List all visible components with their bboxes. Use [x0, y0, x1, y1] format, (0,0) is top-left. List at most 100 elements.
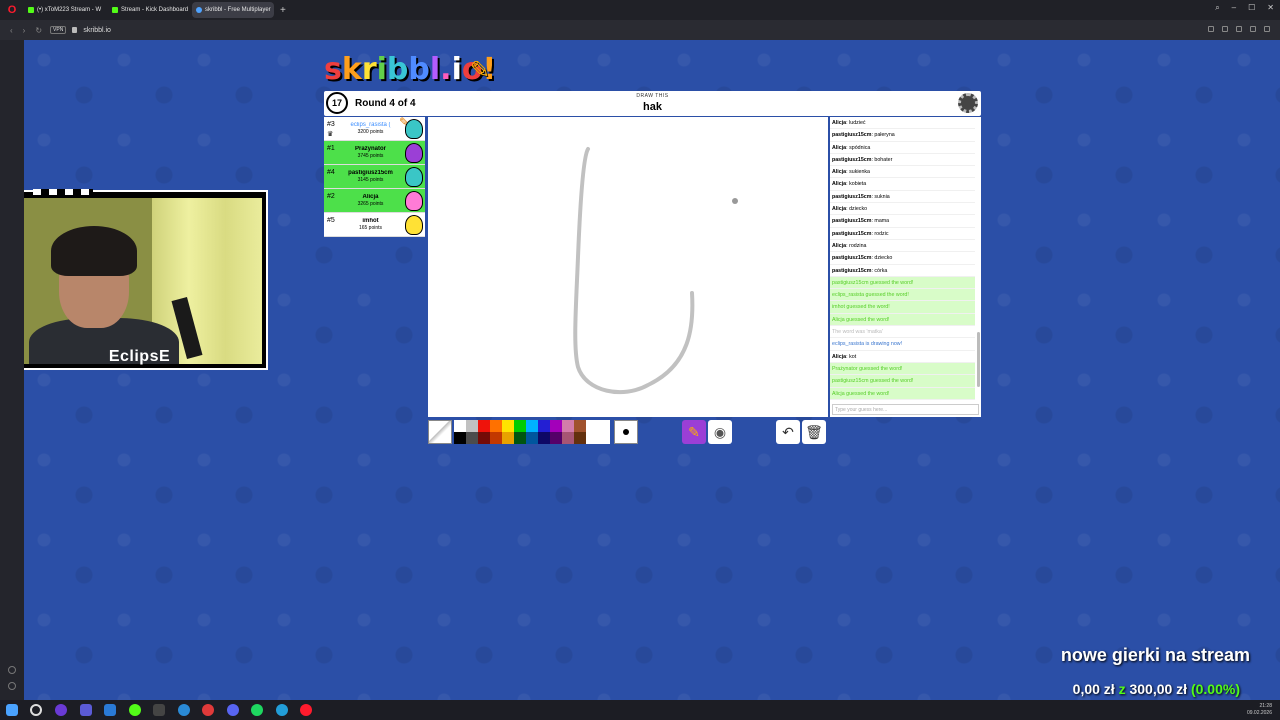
- telegram-icon[interactable]: [276, 704, 288, 716]
- webcam-video: [24, 198, 262, 364]
- heart-icon[interactable]: [1236, 26, 1242, 32]
- close-icon[interactable]: ✕: [1267, 3, 1274, 13]
- calculator-icon[interactable]: [153, 704, 165, 716]
- donation-goal-progress: 0,00 zł z 300,00 zł (0.00%): [1073, 681, 1240, 697]
- color-swatch[interactable]: [502, 420, 514, 432]
- search-icon[interactable]: [30, 704, 42, 716]
- color-swatch[interactable]: [490, 420, 502, 432]
- player-row[interactable]: #2 Alicja 3265 points: [324, 189, 425, 213]
- settings-gear-icon[interactable]: [958, 93, 978, 113]
- player-row[interactable]: #5 imhot 165 points: [324, 213, 425, 237]
- color-swatch[interactable]: [490, 432, 502, 444]
- system-tray[interactable]: 21:28 09.02.2026: [1247, 703, 1272, 717]
- color-swatch[interactable]: [538, 420, 550, 432]
- windows-start-icon[interactable]: [6, 704, 18, 716]
- goal-separator: z: [1118, 681, 1126, 697]
- chat-message: pastigiusz15cm: bohater: [830, 154, 975, 167]
- edge-icon[interactable]: [178, 704, 190, 716]
- pencil-tool-icon[interactable]: ✎: [682, 420, 706, 444]
- obs-icon[interactable]: [55, 704, 67, 716]
- current-word: hak: [643, 101, 662, 113]
- drawn-hook-stroke: [573, 147, 695, 395]
- color-swatch[interactable]: [550, 432, 562, 444]
- extension-icon[interactable]: [1208, 26, 1214, 32]
- store-icon[interactable]: [104, 704, 116, 716]
- brush-size-button[interactable]: [614, 420, 638, 444]
- fill-bucket-icon[interactable]: ◉: [708, 420, 732, 444]
- goal-target: 300,00 zł: [1129, 681, 1188, 697]
- drawing-svg[interactable]: [428, 117, 828, 417]
- chat-text: pastigiusz15cm guessed the word!: [832, 279, 914, 286]
- draw-this-label: DRAW THIS: [636, 93, 669, 99]
- player-row[interactable]: #3 ♛ eclips_rasista ( 3200 points ✎: [324, 115, 425, 141]
- color-swatch[interactable]: [574, 432, 586, 444]
- tab-skribbl[interactable]: skribbl - Free Multiplayer: [192, 2, 274, 18]
- chat-input[interactable]: Type your guess here...: [832, 404, 979, 415]
- discord-icon[interactable]: [227, 704, 239, 716]
- opera-logo-icon[interactable]: O: [0, 0, 24, 20]
- color-swatch[interactable]: [478, 432, 490, 444]
- skribbl-favicon-icon: [196, 7, 202, 13]
- color-swatch[interactable]: [598, 420, 610, 432]
- spotify-icon[interactable]: [251, 704, 263, 716]
- menu-icon[interactable]: [1264, 26, 1270, 32]
- back-icon[interactable]: ‹: [10, 26, 13, 35]
- player-row[interactable]: #4 pastigiusz15cm 3145 points: [324, 165, 425, 189]
- kick-icon[interactable]: [129, 704, 141, 716]
- undo-icon[interactable]: ↶: [776, 420, 800, 444]
- color-swatch[interactable]: [526, 420, 538, 432]
- color-swatch[interactable]: [562, 432, 574, 444]
- opera-icon[interactable]: [300, 704, 312, 716]
- forward-icon[interactable]: ›: [23, 26, 26, 35]
- color-swatch[interactable]: [550, 420, 562, 432]
- color-swatch[interactable]: [562, 420, 574, 432]
- player-avatar: [405, 119, 423, 139]
- chat-text: sukienka: [849, 169, 870, 176]
- color-swatch[interactable]: [526, 432, 538, 444]
- chrome-icon[interactable]: [202, 704, 214, 716]
- color-swatch[interactable]: [538, 432, 550, 444]
- color-swatch[interactable]: [574, 420, 586, 432]
- url-field[interactable]: skribbl.io: [83, 27, 111, 34]
- tab-kick-dashboard[interactable]: Stream - Kick Dashboard: [108, 2, 190, 18]
- color-swatch[interactable]: [586, 420, 598, 432]
- color-swatch[interactable]: [454, 420, 466, 432]
- chat-messages: Alicja: ludzieć pastigiusz15cm: pałeryna A…: [830, 117, 981, 400]
- tab-stream[interactable]: (•) xToM223 Stream - W: [24, 2, 106, 18]
- minimize-icon[interactable]: –: [1232, 3, 1236, 13]
- clear-trash-icon[interactable]: 🗑: [802, 420, 826, 444]
- color-swatch[interactable]: [478, 420, 490, 432]
- tab-title: Stream - Kick Dashboard: [121, 7, 189, 13]
- history-icon[interactable]: [8, 666, 16, 674]
- player-row[interactable]: #1 Prażynator 3745 points: [324, 141, 425, 165]
- chat-username: pastigiusz15cm: [832, 255, 872, 262]
- chat-scrollbar[interactable]: [977, 332, 980, 387]
- reload-icon[interactable]: ↻: [35, 26, 42, 35]
- current-color-swatch[interactable]: [428, 420, 452, 444]
- color-swatch[interactable]: [514, 420, 526, 432]
- address-bar: ‹ › ↻ VPN skribbl.io: [0, 20, 1280, 40]
- camera-icon[interactable]: [1222, 26, 1228, 32]
- search-icon[interactable]: ⌕: [1215, 3, 1219, 13]
- new-tab-button[interactable]: +: [280, 5, 286, 16]
- color-swatch[interactable]: [454, 432, 466, 444]
- chat-username: Alicja: [832, 181, 847, 188]
- vpn-badge[interactable]: VPN: [50, 26, 67, 34]
- drawing-canvas[interactable]: [428, 117, 828, 417]
- more-icon[interactable]: [8, 682, 16, 690]
- color-swatch[interactable]: [598, 432, 610, 444]
- maximize-icon[interactable]: ☐: [1248, 3, 1255, 13]
- tab-title: skribbl - Free Multiplayer: [205, 7, 271, 13]
- color-swatch[interactable]: [514, 432, 526, 444]
- download-icon[interactable]: [1250, 26, 1256, 32]
- chat-username: Alicja: [832, 169, 847, 176]
- address-bar-actions: [1208, 26, 1270, 32]
- chat-text: dziecko: [874, 255, 893, 262]
- color-swatch[interactable]: [586, 432, 598, 444]
- goal-percent: (0.00%): [1190, 681, 1240, 697]
- teams-icon[interactable]: [80, 704, 92, 716]
- chat-text: pastigiusz15cm guessed the word!: [832, 378, 914, 385]
- color-swatch[interactable]: [502, 432, 514, 444]
- color-swatch[interactable]: [466, 432, 478, 444]
- color-swatch[interactable]: [466, 420, 478, 432]
